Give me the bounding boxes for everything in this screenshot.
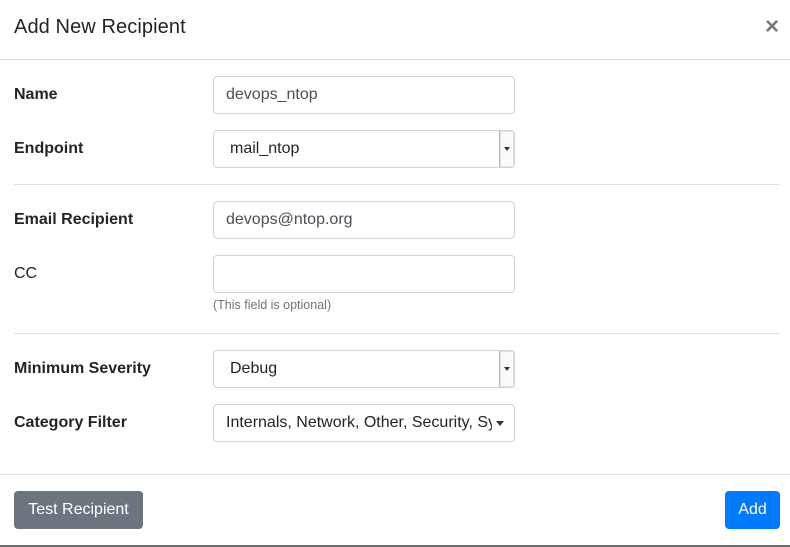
cc-label: CC	[14, 265, 38, 282]
cc-optional-hint: (This field is optional)	[213, 298, 332, 312]
add-recipient-modal: Add New Recipient × Name Endpoint mail_n…	[0, 0, 790, 547]
endpoint-select[interactable]: mail_ntop	[213, 130, 515, 168]
close-icon[interactable]: ×	[762, 14, 782, 40]
caret-down-icon	[496, 421, 504, 426]
select-stepper-icon	[499, 351, 514, 387]
modal-title: Add New Recipient	[14, 16, 186, 38]
category-filter-select[interactable]: Internals, Network, Other, Security, Sys…	[213, 404, 515, 442]
minimum-severity-selected-value: Debug	[230, 360, 278, 377]
section-divider	[14, 184, 780, 185]
endpoint-label: Endpoint	[14, 140, 84, 157]
name-input[interactable]	[213, 76, 515, 114]
footer-divider	[0, 474, 790, 475]
test-recipient-button[interactable]: Test Recipient	[14, 491, 143, 529]
select-stepper-icon	[499, 131, 514, 167]
modal-header: Add New Recipient ×	[0, 0, 790, 60]
add-button[interactable]: Add	[725, 491, 780, 529]
email-recipient-input[interactable]	[213, 201, 515, 239]
name-label: Name	[14, 86, 58, 103]
cc-input[interactable]	[213, 255, 515, 293]
category-filter-selected-value: Internals, Network, Other, Security, Sys…	[226, 414, 492, 431]
endpoint-selected-value: mail_ntop	[230, 140, 300, 157]
section-divider	[14, 333, 780, 334]
minimum-severity-label: Minimum Severity	[14, 360, 151, 377]
category-filter-label: Category Filter	[14, 414, 127, 431]
email-recipient-label: Email Recipient	[14, 211, 134, 228]
minimum-severity-select[interactable]: Debug	[213, 350, 515, 388]
